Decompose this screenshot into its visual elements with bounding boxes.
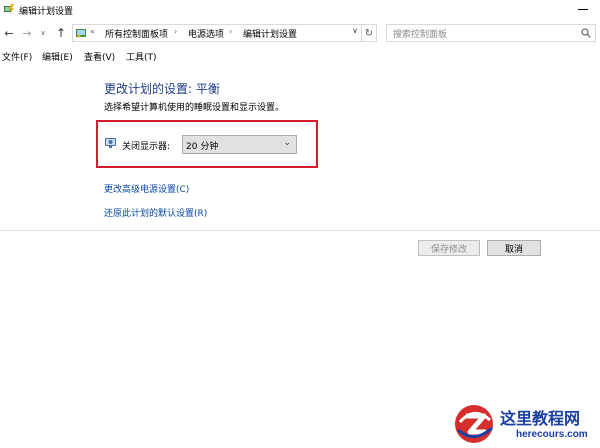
restore-defaults-link[interactable]: 还原此计划的默认设置(R) bbox=[104, 206, 207, 219]
forward-button[interactable]: → bbox=[20, 24, 34, 42]
back-button[interactable]: ← bbox=[2, 24, 16, 42]
menu-file[interactable]: 文件(F) bbox=[2, 50, 32, 63]
page-title: 更改计划的设置: 平衡 bbox=[104, 82, 220, 96]
breadcrumb-edit-plan-settings[interactable]: 编辑计划设置 bbox=[243, 27, 297, 40]
title-bar: 编辑计划设置 bbox=[0, 0, 600, 20]
site-logo bbox=[455, 405, 493, 443]
control-panel-icon bbox=[76, 29, 86, 38]
address-bar[interactable]: « 所有控制面板项 › 电源选项 › 编辑计划设置 ∨ bbox=[72, 24, 362, 42]
refresh-icon: ↻ bbox=[364, 27, 374, 39]
turn-off-display-value: 20 分钟 bbox=[186, 142, 219, 152]
search-input[interactable]: 搜索控制面板 bbox=[393, 27, 447, 40]
cancel-button[interactable]: 取消 bbox=[487, 240, 541, 256]
turn-off-display-select[interactable]: 20 分钟 ⌄ bbox=[182, 135, 297, 154]
watermark-url: herecours.com bbox=[516, 429, 588, 440]
save-changes-button[interactable]: 保存修改 bbox=[418, 240, 480, 256]
menu-edit[interactable]: 编辑(E) bbox=[42, 50, 73, 63]
watermark: 这里教程网 herecours.com bbox=[452, 402, 598, 446]
watermark-title: 这里教程网 bbox=[500, 409, 581, 428]
search-box[interactable]: 搜索控制面板 bbox=[386, 24, 596, 42]
up-button[interactable]: ↑ bbox=[54, 24, 68, 42]
breadcrumb-all-control-panel-items[interactable]: 所有控制面板项 bbox=[105, 27, 168, 40]
address-dropdown-icon[interactable]: ∨ bbox=[352, 26, 358, 35]
breadcrumb-separator: › bbox=[174, 27, 178, 36]
breadcrumb-overflow[interactable]: « bbox=[90, 27, 95, 36]
menu-view[interactable]: 查看(V) bbox=[84, 50, 115, 63]
page-description: 选择希望计算机使用的睡眠设置和显示设置。 bbox=[104, 103, 285, 113]
chevron-down-icon: ⌄ bbox=[283, 138, 291, 148]
menu-tools[interactable]: 工具(T) bbox=[126, 50, 157, 63]
recent-locations-button[interactable]: ∨ bbox=[36, 24, 50, 42]
window-title: 编辑计划设置 bbox=[19, 7, 74, 17]
refresh-button[interactable]: ↻ bbox=[362, 24, 377, 42]
search-icon bbox=[581, 28, 591, 38]
breadcrumb-power-options[interactable]: 电源选项 bbox=[188, 27, 224, 40]
monitor-icon bbox=[105, 138, 116, 148]
breadcrumb-separator: › bbox=[229, 27, 233, 36]
divider bbox=[0, 230, 600, 231]
minimize-button[interactable] bbox=[578, 9, 588, 10]
advanced-power-settings-link[interactable]: 更改高级电源设置(C) bbox=[104, 182, 189, 195]
turn-off-display-label: 关闭显示器: bbox=[122, 142, 171, 152]
power-options-icon bbox=[4, 4, 14, 14]
